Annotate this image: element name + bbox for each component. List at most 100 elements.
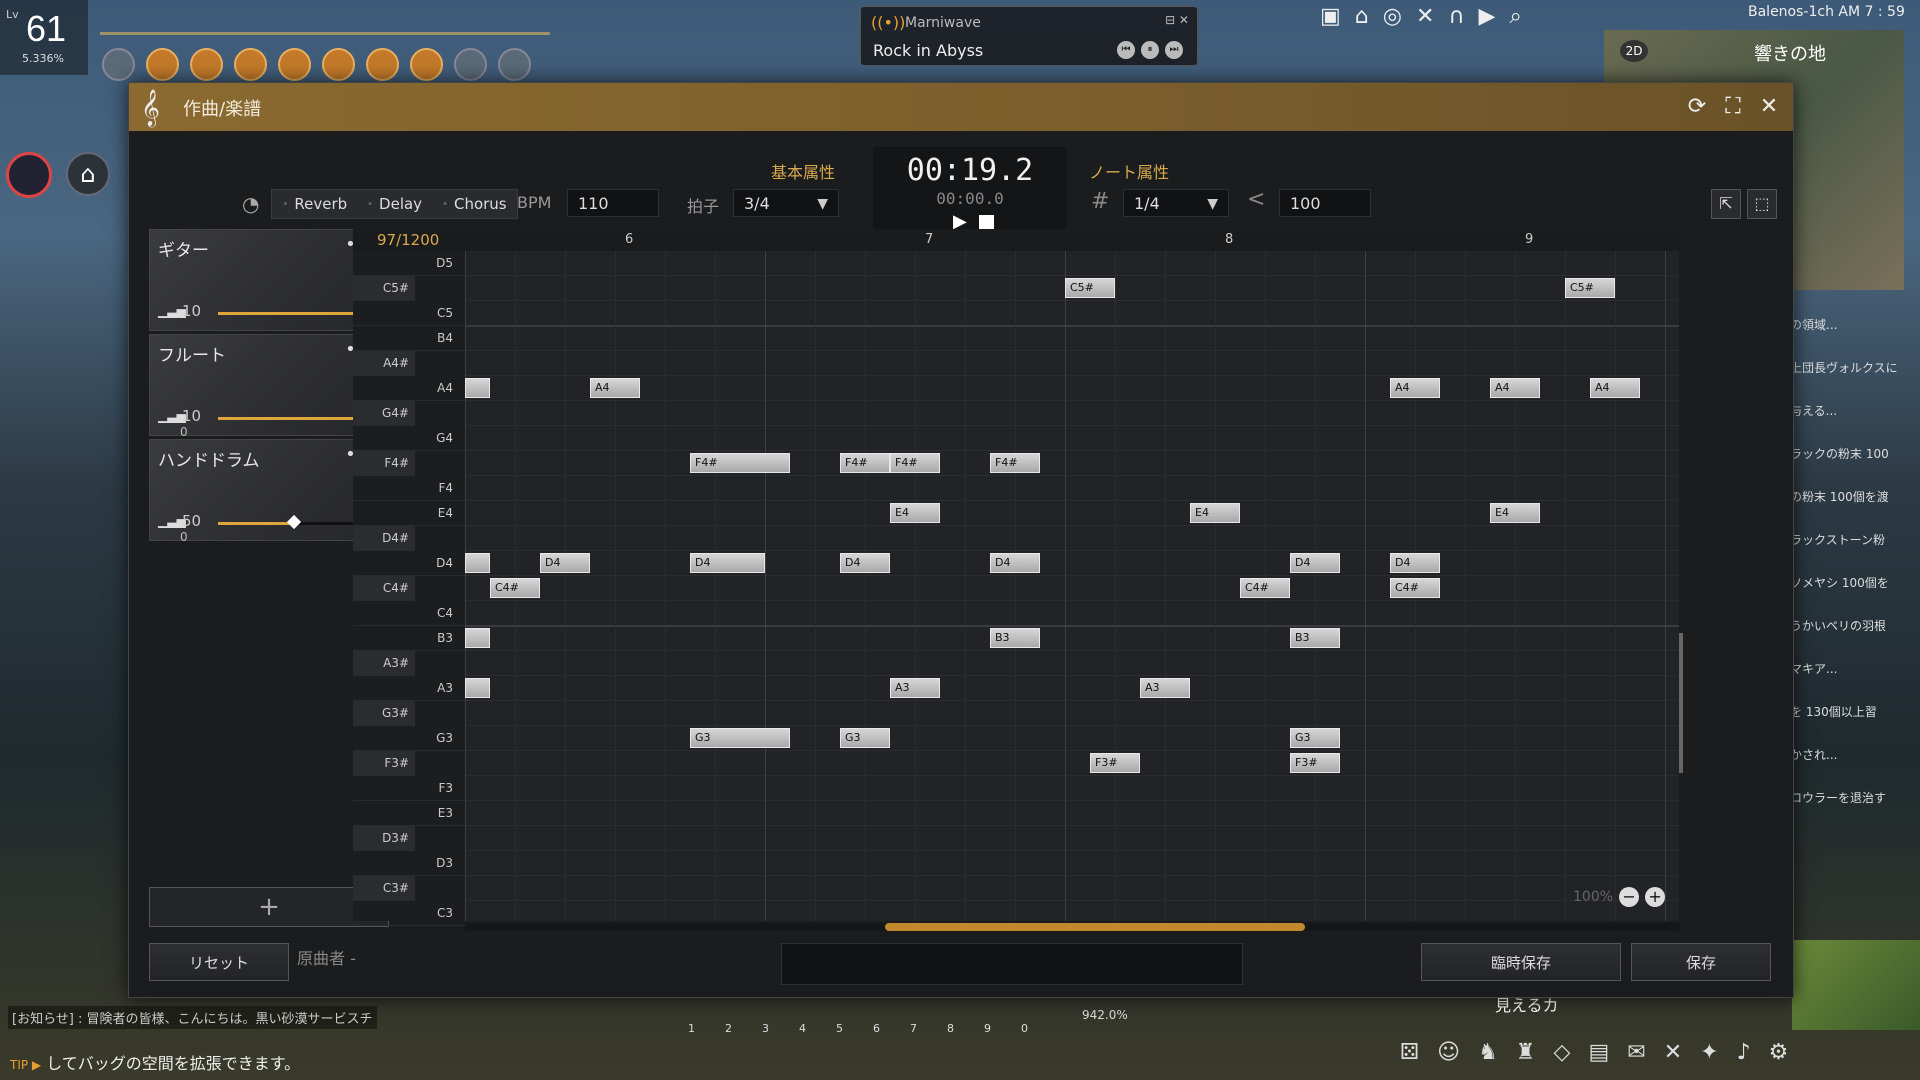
search-icon[interactable]: ⌕ <box>1509 4 1521 29</box>
note-block[interactable]: E4 <box>1190 503 1240 523</box>
horse-icon[interactable] <box>6 152 52 198</box>
note-block[interactable]: D4 <box>840 553 890 573</box>
piano-key[interactable]: C5 <box>353 301 465 326</box>
minimap-mode-toggle[interactable]: 2D <box>1620 40 1648 62</box>
tools-icon[interactable]: ✕ <box>1416 4 1434 29</box>
hotbar-slot[interactable]: 5 <box>836 1022 843 1035</box>
swords-icon[interactable]: ✕ <box>1664 1040 1682 1065</box>
vertical-scrollbar[interactable] <box>1679 633 1683 773</box>
exp-buff-icon[interactable] <box>366 48 399 81</box>
note-block[interactable]: F3# <box>1090 753 1140 773</box>
save-button[interactable]: 保存 <box>1631 943 1771 981</box>
hotbar-slot[interactable]: 8 <box>947 1022 954 1035</box>
note-block[interactable]: F4# <box>690 453 790 473</box>
quest-line[interactable]: を 130個以上習 <box>1790 703 1920 720</box>
note-block[interactable]: B3 <box>1290 628 1340 648</box>
quest-line[interactable]: ロウラーを退治す <box>1790 789 1920 806</box>
note-block[interactable]: D4 <box>690 553 765 573</box>
hotbar-slot[interactable]: 0 <box>1021 1022 1028 1035</box>
buff-icon[interactable] <box>498 48 531 81</box>
note-block[interactable] <box>465 678 490 698</box>
note-block[interactable]: D4 <box>540 553 590 573</box>
note-block[interactable]: D4 <box>1290 553 1340 573</box>
effect-toggle-chorus[interactable]: Chorus <box>432 190 517 218</box>
note-block[interactable]: A4 <box>1390 378 1440 398</box>
buff-icon[interactable] <box>278 48 311 81</box>
effect-toggle-delay[interactable]: Delay <box>357 190 432 218</box>
note-block[interactable]: A4 <box>1490 378 1540 398</box>
piano-key[interactable]: A4# <box>353 351 415 376</box>
piano-key[interactable]: D4# <box>353 526 415 551</box>
gift-icon[interactable]: ▤ <box>1588 1040 1609 1065</box>
piano-key[interactable]: C4 <box>353 601 465 626</box>
hotbar-slot[interactable]: 1 <box>688 1022 695 1035</box>
note-block[interactable]: C4# <box>1390 578 1440 598</box>
quest-line[interactable]: ラックストーン粉 <box>1790 531 1920 548</box>
buff-icon[interactable] <box>322 48 355 81</box>
piano-key[interactable]: B3 <box>353 626 465 651</box>
note-block[interactable] <box>465 628 490 648</box>
quest-line[interactable]: かされ... <box>1790 746 1920 763</box>
note-grid[interactable]: C5# C5# A4 A4 A4 A4 F4# F4# F4# F4# E4 E4 E4 D4 D4 D4 D4… <box>465 251 1679 921</box>
note-block[interactable]: F4# <box>990 453 1040 473</box>
piano-key[interactable]: G4# <box>353 401 415 426</box>
play-icon[interactable]: ▶ <box>1479 4 1496 29</box>
piano-key[interactable]: D3# <box>353 826 415 851</box>
note-block[interactable]: A3 <box>1140 678 1190 698</box>
quest-line[interactable]: うかいペリの羽根 <box>1790 617 1920 634</box>
note-length-select[interactable]: 1/4 <box>1123 189 1229 218</box>
note-block[interactable]: D4 <box>990 553 1040 573</box>
piano-key[interactable]: F4 <box>353 476 465 501</box>
hotbar-slot[interactable]: 7 <box>910 1022 917 1035</box>
piano-key[interactable]: D4 <box>353 551 465 576</box>
stop-button[interactable] <box>979 215 994 230</box>
note-block[interactable]: F3# <box>1290 753 1340 773</box>
piano-key[interactable]: F4# <box>353 451 415 476</box>
radio-close-icon[interactable]: ⊟ ✕ <box>1165 13 1189 27</box>
radio-pause-icon[interactable]: ⏸ <box>1141 41 1159 59</box>
compass-icon[interactable]: ◎ <box>1383 4 1402 29</box>
original-author-field[interactable] <box>781 943 1243 985</box>
buff-icon[interactable] <box>190 48 223 81</box>
note-block[interactable] <box>465 553 490 573</box>
calendar-icon[interactable]: ▣ <box>1320 4 1341 29</box>
event-thumbnail[interactable] <box>1792 940 1920 1030</box>
note-block[interactable]: C4# <box>490 578 540 598</box>
zoom-out-button[interactable]: − <box>1619 887 1640 907</box>
refresh-icon[interactable]: ⟳ <box>1683 93 1711 121</box>
horizontal-scrollbar[interactable] <box>465 923 1679 931</box>
zoom-in-button[interactable]: + <box>1645 887 1666 907</box>
note-block[interactable]: D4 <box>1390 553 1440 573</box>
dice-icon[interactable]: ⚄ <box>1400 1040 1419 1065</box>
hotbar-slot[interactable]: 6 <box>873 1022 880 1035</box>
piano-key[interactable]: G4 <box>353 426 465 451</box>
piano-key[interactable]: D5 <box>353 251 465 276</box>
note-block[interactable]: G3 <box>690 728 790 748</box>
hotbar-slot[interactable]: 9 <box>984 1022 991 1035</box>
piano-key[interactable]: B4 <box>353 326 465 351</box>
note-block[interactable]: F4# <box>840 453 890 473</box>
note-block[interactable]: C5# <box>1565 278 1615 298</box>
piano-key[interactable]: D3 <box>353 851 465 876</box>
home-icon[interactable]: ⌂ <box>66 152 110 196</box>
note-block[interactable]: B3 <box>990 628 1040 648</box>
quest-line[interactable]: ソメヤシ 100個を <box>1790 574 1920 591</box>
note-block[interactable]: E4 <box>890 503 940 523</box>
hotbar-slot[interactable]: 3 <box>762 1022 769 1035</box>
hotbar-slot[interactable]: 4 <box>799 1022 806 1035</box>
piano-key[interactable]: E3 <box>353 801 465 826</box>
quest-line[interactable]: ラックの粉末 100 <box>1790 445 1920 462</box>
house-icon[interactable]: ⌂ <box>1355 4 1369 29</box>
buff-icon[interactable] <box>454 48 487 81</box>
note-block[interactable]: G3 <box>840 728 890 748</box>
select-tool-icon[interactable]: ⬚ <box>1747 189 1777 219</box>
buff-icon[interactable] <box>146 48 179 81</box>
piano-key[interactable]: E4 <box>353 501 465 526</box>
effect-toggle-reverb[interactable]: Reverb <box>272 190 357 218</box>
quest-line[interactable]: の領域... <box>1790 316 1920 333</box>
note-block[interactable]: A4 <box>1590 378 1640 398</box>
beat-select[interactable]: 3/4 <box>733 189 839 218</box>
party-icon[interactable]: ☺ <box>1437 1040 1460 1065</box>
quest-line[interactable]: の粉末 100個を渡 <box>1790 488 1920 505</box>
gear-icon[interactable]: ⚙ <box>1769 1040 1789 1065</box>
